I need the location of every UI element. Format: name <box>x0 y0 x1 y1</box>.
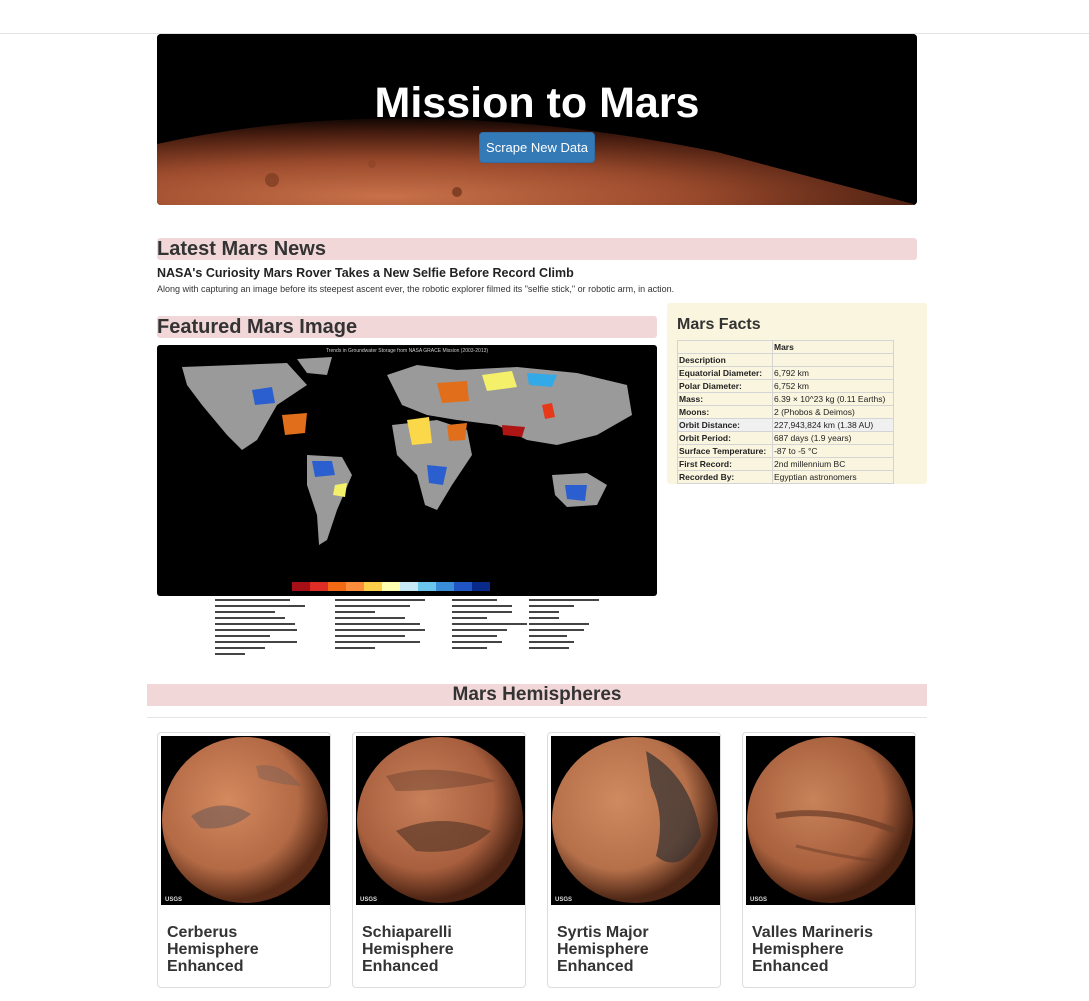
latest-news-heading: Latest Mars News <box>157 238 917 260</box>
table-row: Equatorial Diameter: 6,792 km <box>677 366 894 380</box>
hemisphere-title[interactable]: Syrtis Major Hemisphere Enhanced <box>557 924 707 975</box>
facts-corner-cell <box>677 340 773 354</box>
usgs-logo: USGS <box>555 897 573 903</box>
table-row: Recorded By: Egyptian astronomers <box>677 470 894 484</box>
hemisphere-title[interactable]: Cerberus Hemisphere Enhanced <box>167 924 317 975</box>
news-teaser: Along with capturing an image before its… <box>157 284 675 294</box>
facts-column-header: Mars <box>772 340 894 354</box>
featured-image-caption: Trends in Groundwater Storage from NASA … <box>326 348 488 354</box>
mars-facts-table: Mars Description Equatorial Diameter: 6,7… <box>677 340 894 484</box>
hemisphere-image[interactable]: USGS <box>161 736 330 905</box>
table-row: Orbit Period: 687 days (1.9 years) <box>677 431 894 445</box>
mars-hemispheres-heading: Mars Hemispheres <box>147 684 927 706</box>
hemisphere-image[interactable]: USGS <box>746 736 915 905</box>
usgs-logo: USGS <box>750 897 768 903</box>
table-row: First Record: 2nd millennium BC <box>677 457 894 471</box>
table-row: Orbit Distance: 227,943,824 km (1.38 AU) <box>677 418 894 432</box>
usgs-logo: USGS <box>360 897 378 903</box>
scrape-new-data-button[interactable]: Scrape New Data <box>479 132 595 163</box>
featured-image[interactable]: Trends in Groundwater Storage from NASA … <box>157 345 657 667</box>
hero-banner: Mission to Mars Scrape New Data <box>157 34 917 205</box>
featured-image-heading: Featured Mars Image <box>157 316 657 338</box>
hemisphere-title[interactable]: Valles Marineris Hemisphere Enhanced <box>752 924 902 975</box>
hemisphere-card[interactable]: USGS Schiaparelli Hemisphere Enhanced <box>352 732 526 988</box>
hemisphere-title[interactable]: Schiaparelli Hemisphere Enhanced <box>362 924 512 975</box>
hemisphere-image[interactable]: USGS <box>551 736 720 905</box>
table-row: Surface Temperature: -87 to -5 °C <box>677 444 894 458</box>
table-row: Polar Diameter: 6,752 km <box>677 379 894 393</box>
top-navbar <box>0 0 1089 34</box>
mars-facts-heading: Mars Facts <box>677 316 761 333</box>
news-title: NASA's Curiosity Mars Rover Takes a New … <box>157 266 574 280</box>
hemisphere-card[interactable]: USGS Cerberus Hemisphere Enhanced <box>157 732 331 988</box>
table-row: Mass: 6.39 × 10^23 kg (0.11 Earths) <box>677 392 894 406</box>
divider <box>147 717 927 718</box>
hemisphere-card[interactable]: USGS Valles Marineris Hemisphere Enhance… <box>742 732 916 988</box>
mars-facts-panel: Mars Facts Mars Description Equatorial D… <box>667 303 927 484</box>
usgs-logo: USGS <box>165 897 183 903</box>
page-title: Mission to Mars <box>374 79 700 127</box>
table-row: Moons: 2 (Phobos & Deimos) <box>677 405 894 419</box>
table-row: Description <box>677 353 894 367</box>
hemisphere-card[interactable]: USGS Syrtis Major Hemisphere Enhanced <box>547 732 721 988</box>
hemisphere-image[interactable]: USGS <box>356 736 525 905</box>
